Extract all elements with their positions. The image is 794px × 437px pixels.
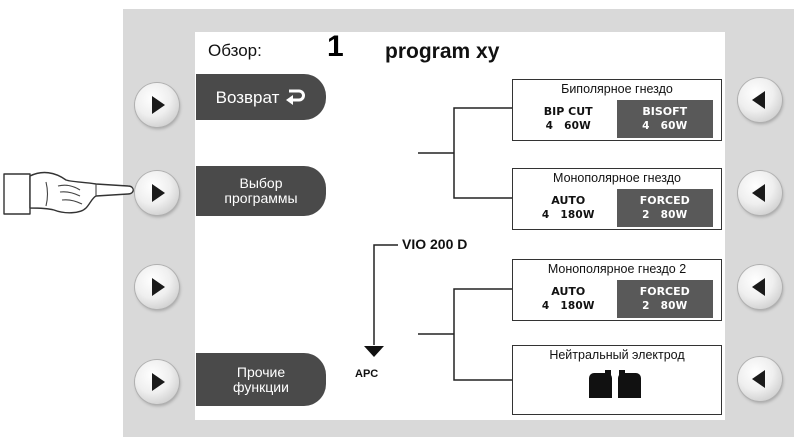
mode-effect: 4 [541, 300, 550, 312]
mode-cell: AUTO 4 180W [520, 280, 617, 318]
mode-power: 80W [660, 209, 688, 221]
mode-cell-active: FORCED 2 80W [616, 280, 713, 318]
return-arrow-icon [286, 89, 306, 105]
pointing-hand-icon [3, 171, 134, 215]
back-softkey[interactable]: Возврат [196, 74, 326, 120]
socket-title: Биполярное гнездо [561, 82, 673, 96]
mode-name: FORCED [639, 285, 690, 298]
mode-cell: AUTO 4 180W [520, 189, 617, 227]
play-right-icon [152, 278, 165, 296]
program-number: 1 [327, 30, 344, 63]
play-left-icon [752, 278, 765, 296]
bipolar-socket-box[interactable]: Биполярное гнездо BIP CUT 4 60W BISOFT 46… [512, 79, 722, 141]
mode-effect: 2 [642, 300, 650, 312]
socket-title: Нейтральный электрод [549, 348, 685, 362]
mode-name: BIP CUT [543, 105, 593, 118]
mode-effect: 4 [541, 209, 550, 221]
right-button-1[interactable] [738, 78, 782, 122]
socket-title: Монополярное гнездо 2 [547, 262, 687, 276]
left-button-3[interactable] [135, 265, 179, 309]
apc-label: APC [355, 368, 379, 380]
mode-name: BISOFT [642, 105, 688, 118]
program-select-softkey[interactable]: Выбор программы [196, 166, 326, 216]
play-right-icon [152, 184, 165, 202]
left-button-1[interactable] [135, 83, 179, 127]
mode-power: 180W [560, 209, 595, 221]
back-label: Возврат [215, 87, 280, 107]
mode-effect: 4 [642, 120, 650, 132]
mode-name: FORCED [639, 194, 690, 207]
play-left-icon [752, 370, 765, 388]
play-right-icon [152, 373, 165, 391]
other-functions-softkey[interactable]: Прочие функции [196, 353, 326, 406]
right-button-2[interactable] [738, 171, 782, 215]
mode-name: AUTO [551, 194, 586, 207]
other-functions-label: Прочие функции [233, 363, 289, 395]
play-right-icon [152, 96, 165, 114]
program-name: program xy [385, 40, 500, 63]
neutral-electrode-box[interactable]: Нейтральный электрод [512, 345, 722, 415]
mode-power: 80W [660, 300, 688, 312]
mode-effect: 2 [642, 209, 650, 221]
device-name: VIO 200 D [402, 236, 468, 252]
play-left-icon [752, 184, 765, 202]
neutral-electrode-icon [589, 370, 641, 398]
mode-cell: BIP CUT 4 60W [520, 100, 617, 138]
mode-power: 60W [564, 120, 591, 132]
mode-power: 60W [660, 120, 688, 132]
left-button-4[interactable] [135, 360, 179, 404]
mode-cell-active: FORCED 2 80W [616, 189, 713, 227]
program-select-label: Выбор программы [224, 175, 298, 206]
right-button-3[interactable] [738, 265, 782, 309]
mode-name: AUTO [551, 285, 586, 298]
left-button-2[interactable] [135, 171, 179, 215]
mode-power: 180W [560, 300, 595, 312]
overview-label: Обзор: [208, 41, 262, 60]
monopolar-socket-2-box[interactable]: Монополярное гнездо 2 AUTO 4 180W FORCED … [512, 259, 722, 321]
mode-effect: 4 [545, 120, 554, 132]
monopolar-socket-box[interactable]: Монополярное гнездо AUTO 4 180W FORCED 28… [512, 168, 722, 230]
right-button-4[interactable] [738, 357, 782, 401]
socket-title: Монополярное гнездо [553, 171, 681, 185]
play-left-icon [752, 91, 765, 109]
mode-cell-active: BISOFT 4 60W [616, 100, 713, 138]
